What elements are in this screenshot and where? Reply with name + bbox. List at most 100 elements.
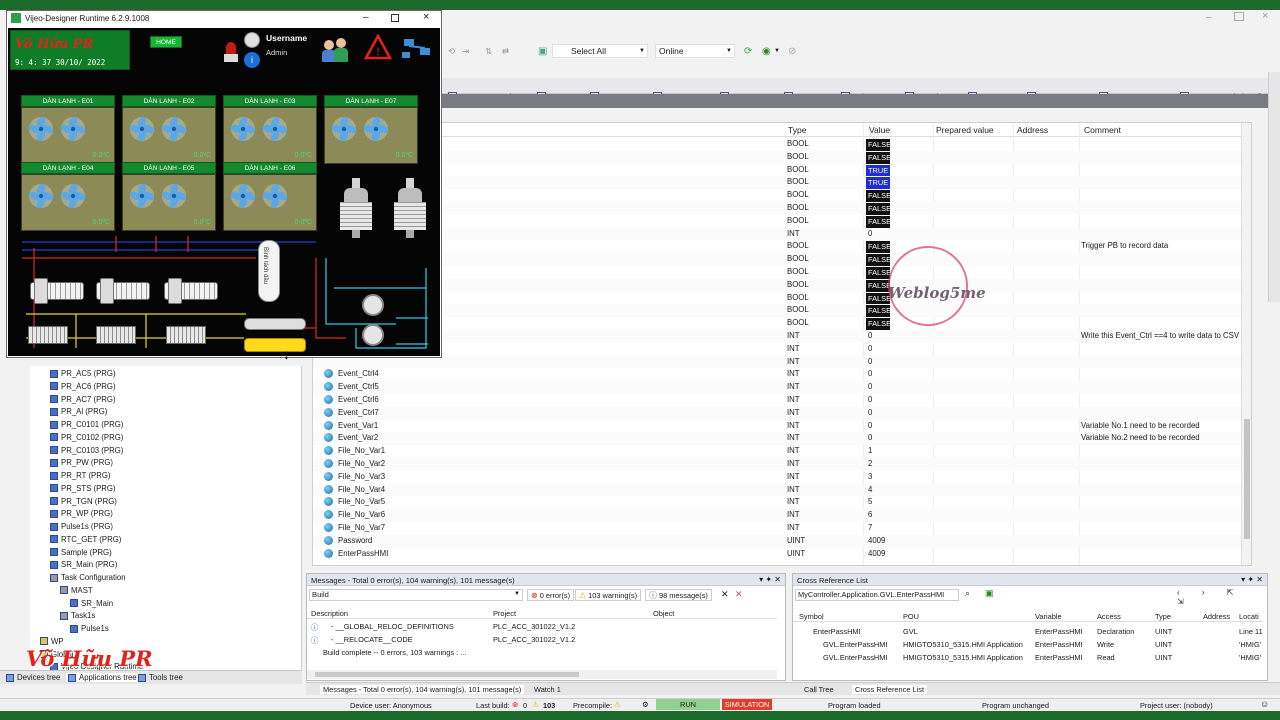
table-row[interactable]: BOOL FALSE xyxy=(313,253,1251,267)
variable-value[interactable]: 6 xyxy=(868,510,872,519)
message-row[interactable]: Build complete -- 0 errors, 103 warnings… xyxy=(307,648,777,660)
table-row[interactable]: Event_Ctrl6 INT 0 xyxy=(313,394,1251,407)
ide-maximize-button[interactable] xyxy=(1234,12,1244,21)
tree-tab[interactable]: Tools tree xyxy=(138,673,183,682)
variable-value[interactable]: 1 xyxy=(868,446,872,455)
tree-item[interactable]: PR_AC5 (PRG) xyxy=(50,369,116,378)
tree-item[interactable]: WP xyxy=(40,637,64,646)
variable-value[interactable]: 4 xyxy=(868,485,872,494)
hmi-maximize-button[interactable] xyxy=(391,14,399,22)
messages-filter[interactable]: ⓘ 98 message(s) xyxy=(645,589,712,601)
col-address-header[interactable]: Address xyxy=(1017,125,1048,135)
message-row[interactable]: ⓘ - __RELOCATE__CODE PLC_ACC_301022_V1.2 xyxy=(307,635,777,647)
col-type[interactable]: Type xyxy=(1155,612,1171,621)
col-pou[interactable]: POU xyxy=(903,612,919,621)
col-symbol[interactable]: Symbol xyxy=(799,612,824,621)
undo-icon[interactable]: ⟲ xyxy=(448,44,455,58)
watch-icon[interactable]: ◉ xyxy=(762,44,771,58)
variable-value[interactable]: 0 xyxy=(868,421,872,430)
messages-panel-controls[interactable]: ▾ ✦ ✕ xyxy=(759,575,781,584)
table-row[interactable]: INT 0 xyxy=(313,355,1251,369)
filter-icon[interactable]: ⇄ xyxy=(502,44,509,58)
col-object[interactable]: Object xyxy=(653,609,674,618)
tree-item[interactable]: Sample (PRG) xyxy=(50,548,112,557)
alarm-light-icon[interactable] xyxy=(224,42,238,64)
tree-item[interactable]: PR_RT (PRG) xyxy=(50,471,111,480)
pump[interactable] xyxy=(362,324,384,346)
tree-item[interactable]: Task Configuration xyxy=(50,573,126,582)
device-icon[interactable]: ⚙ xyxy=(642,700,649,709)
table-row[interactable]: BOOL FALSE xyxy=(313,278,1251,292)
table-row[interactable]: BOOL FALSE xyxy=(313,304,1251,318)
variable-value[interactable]: 0 xyxy=(868,382,872,391)
table-row[interactable]: INT 0 Write this Event_Ctrl ==4 to write d… xyxy=(313,330,1251,343)
table-row[interactable]: Event_Ctrl4 INT 0 xyxy=(313,368,1251,381)
bool-value-badge[interactable]: FALSE xyxy=(866,190,891,203)
messages-hscroll[interactable] xyxy=(307,670,777,679)
table-row[interactable]: Event_Var1 INT 0 Variable No.1 need to be r… xyxy=(313,420,1251,433)
receiver-tank[interactable] xyxy=(244,318,306,330)
table-row[interactable]: BOOL FALSE xyxy=(313,317,1251,331)
bool-value-badge[interactable]: TRUE xyxy=(866,177,890,190)
compressor[interactable] xyxy=(30,278,84,304)
ide-minimize-button[interactable]: – xyxy=(1206,12,1218,23)
table-row[interactable]: File_No_Var3 INT 3 xyxy=(313,471,1251,484)
table-row[interactable]: BOOL FALSE xyxy=(313,189,1251,203)
hmi-minimize-button[interactable]: – xyxy=(363,12,369,23)
liquid-tank[interactable] xyxy=(244,338,306,352)
cooler-panel[interactable]: DÀN LẠNH - E03 0.0ºC xyxy=(223,95,317,164)
table-row[interactable]: BOOL FALSE xyxy=(313,292,1251,305)
variable-value[interactable]: 2 xyxy=(868,459,872,468)
col-access[interactable]: Access xyxy=(1097,612,1121,621)
warnings-filter[interactable]: ⚠ 103 warning(s) xyxy=(575,589,642,601)
tree-item[interactable]: SR_Main xyxy=(70,599,113,608)
table-row[interactable]: File_No_Var5 INT 5 xyxy=(313,496,1251,509)
user-avatar-icon[interactable] xyxy=(244,32,260,48)
bool-value-badge[interactable]: TRUE xyxy=(866,164,890,177)
clear-all-icon[interactable]: ✕ xyxy=(735,589,743,600)
tree-item[interactable]: PR_C0103 (PRG) xyxy=(50,446,123,455)
tree-item[interactable]: Pulse1s xyxy=(70,624,109,633)
oil-separator-tank[interactable]: Bình tách dầu xyxy=(258,240,280,302)
col-variable[interactable]: Variable xyxy=(1035,612,1062,621)
variable-value[interactable]: 4009 xyxy=(868,549,885,558)
tree-item[interactable]: MAST xyxy=(60,586,93,595)
table-row[interactable]: Password UINT 4009 xyxy=(313,534,1251,548)
cooler-panel[interactable]: DÀN LẠNH - E06 0.0ºC xyxy=(223,162,317,231)
grid-scrollbar[interactable] xyxy=(1241,123,1251,565)
variable-value[interactable]: 3 xyxy=(868,472,872,481)
cooler-panel[interactable]: DÀN LẠNH - E02 0.0ºC xyxy=(122,95,216,164)
bool-value-badge[interactable]: FALSE xyxy=(866,151,891,164)
watch-footer-tab[interactable]: Watch 1 xyxy=(534,685,561,694)
bool-value-badge[interactable]: FALSE xyxy=(866,139,891,151)
select-all-icon[interactable]: ▣ xyxy=(538,44,547,58)
variable-value[interactable]: 0 xyxy=(868,344,872,353)
bool-value-badge[interactable]: FALSE xyxy=(866,203,891,215)
step-icon[interactable]: ⇅ xyxy=(485,44,492,58)
condenser[interactable] xyxy=(166,326,206,344)
tree-item[interactable]: PR_STS (PRG) xyxy=(50,484,116,493)
select-all-dropdown[interactable]: Select All ▼ xyxy=(552,44,648,58)
variable-value[interactable]: 0 xyxy=(868,408,872,417)
tree-tab[interactable]: Applications tree xyxy=(66,673,139,682)
table-row[interactable]: Event_Var2 INT 0 Variable No.2 need to be r… xyxy=(313,432,1251,446)
table-row[interactable]: BOOL TRUE xyxy=(313,164,1251,177)
col-comment-header[interactable]: Comment xyxy=(1084,125,1121,135)
users-icon[interactable] xyxy=(322,36,350,64)
tree-item[interactable]: PR_AC7 (PRG) xyxy=(50,395,116,404)
clear-icon[interactable]: ⊘ xyxy=(788,44,796,58)
search-icon[interactable]: ⌕ xyxy=(965,588,970,599)
pump[interactable] xyxy=(362,294,384,316)
xref-nav-icons[interactable]: ‹ › ⇱ ⇲ xyxy=(1177,588,1267,606)
tree-item[interactable]: PR_Al (PRG) xyxy=(50,407,107,416)
dropdown-arrow-icon[interactable]: ▼ xyxy=(774,44,780,58)
tree-item[interactable]: RTC_GET (PRG) xyxy=(50,535,121,544)
col-type-header[interactable]: Type xyxy=(788,125,806,135)
call-tree-tab[interactable]: Call Tree xyxy=(804,685,834,694)
message-row[interactable]: ⓘ - __GLOBAL_RELOC_DEFINITIONS PLC_ACC_3… xyxy=(307,622,777,634)
variable-value[interactable]: 0 xyxy=(868,229,872,238)
variable-value[interactable]: 7 xyxy=(868,523,872,532)
user-icon[interactable]: ☺ xyxy=(1260,699,1269,709)
table-row[interactable]: Event_Ctrl5 INT 0 xyxy=(313,381,1251,394)
table-row[interactable]: BOOL FALSE xyxy=(313,202,1251,215)
